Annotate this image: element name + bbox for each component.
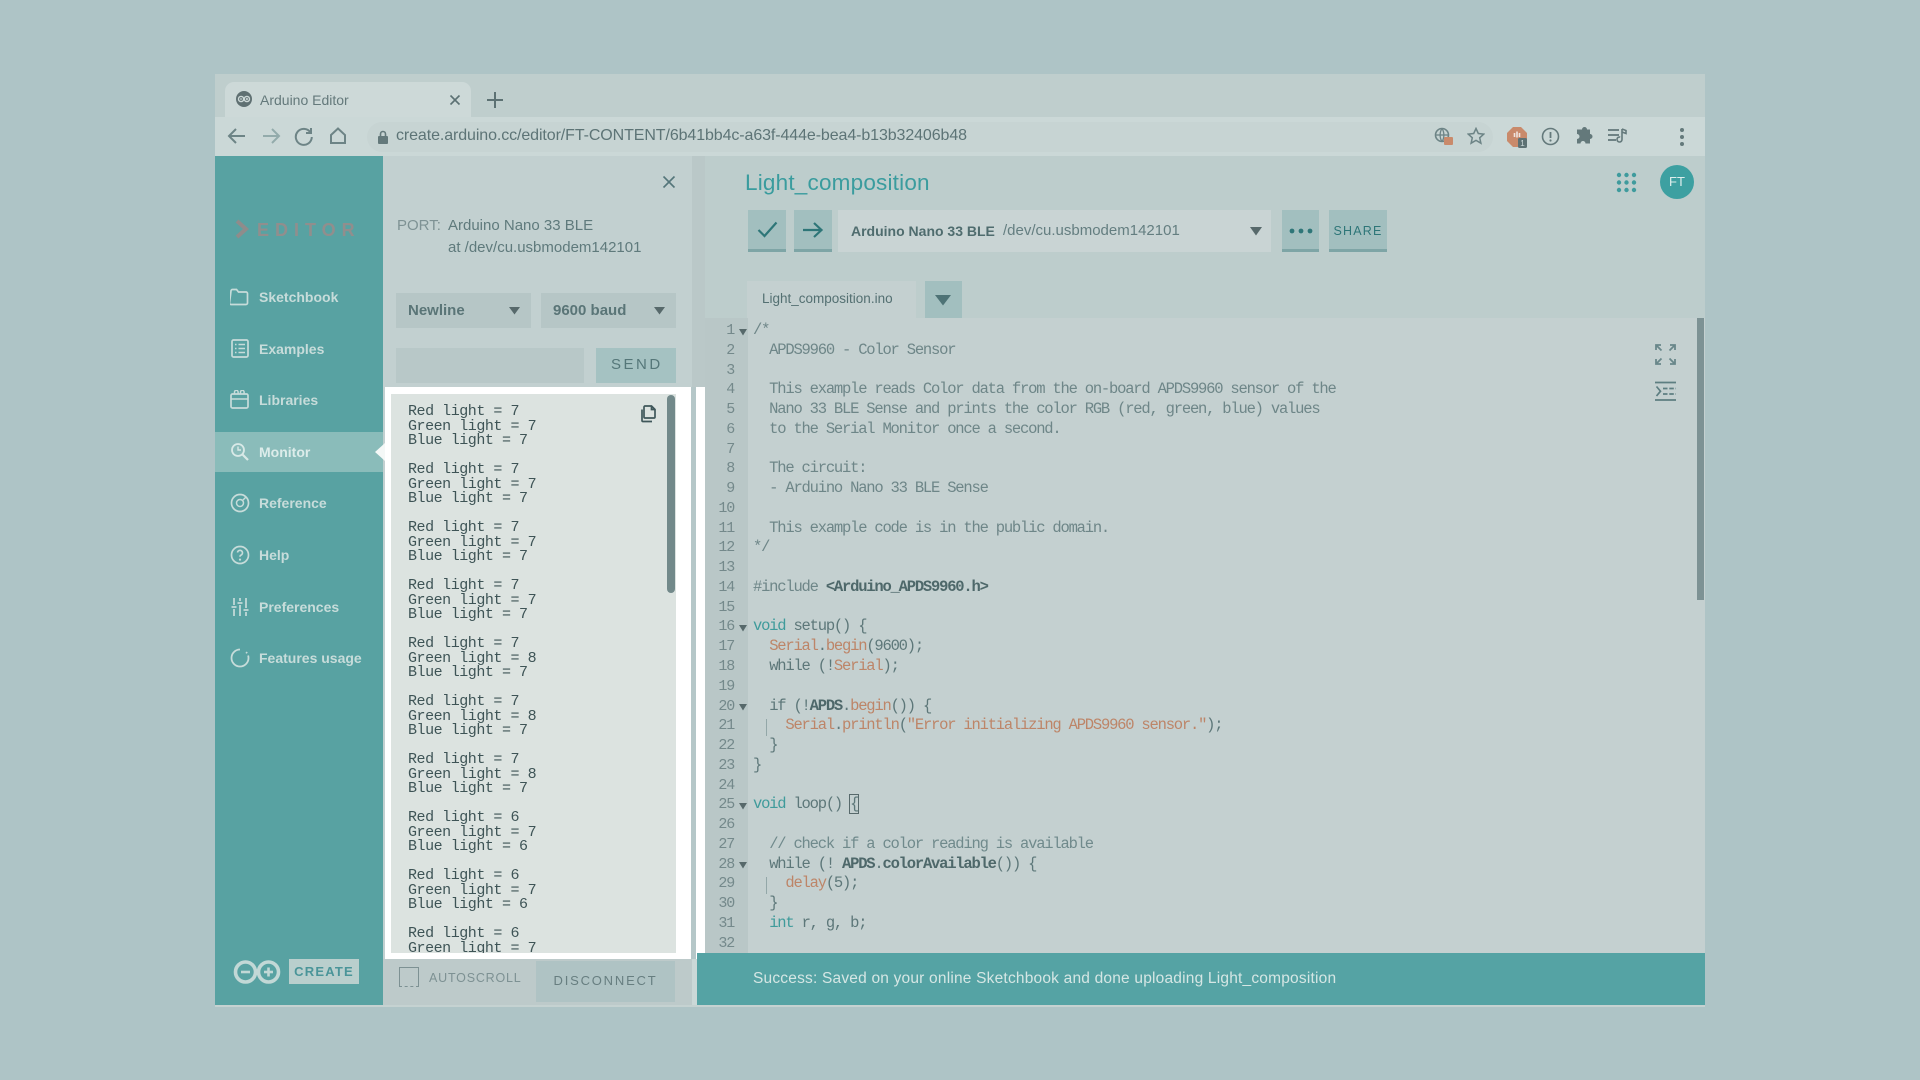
svg-text:1: 1	[1520, 139, 1525, 148]
